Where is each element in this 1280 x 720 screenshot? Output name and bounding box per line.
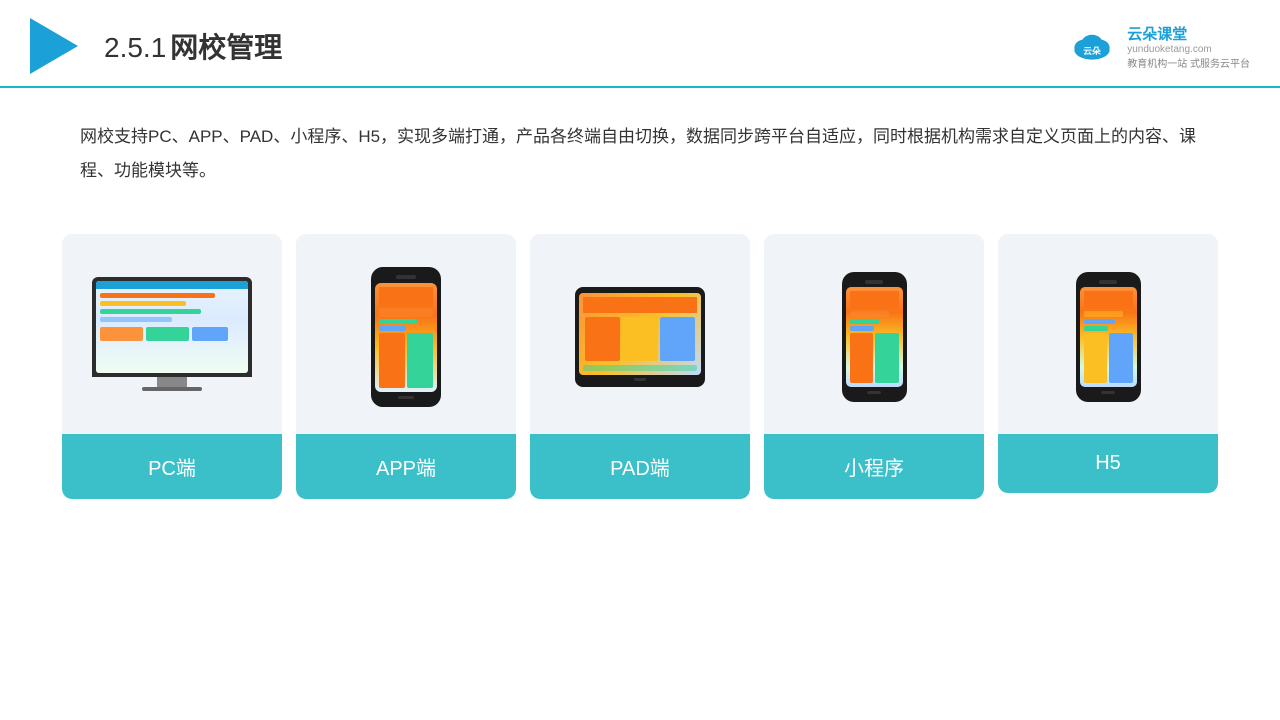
miniprogram-phone xyxy=(842,272,907,402)
brand-slogan: 教育机构一站 式服务云平台 xyxy=(1127,55,1250,70)
pc-screen-outer xyxy=(92,277,252,377)
page-title: 2.5.1网校管理 xyxy=(104,26,282,66)
pad-image-area xyxy=(530,234,750,434)
app-label: APP端 xyxy=(296,434,516,499)
h5-image-area xyxy=(998,234,1218,434)
h5-phone xyxy=(1076,272,1141,402)
pad-screen xyxy=(579,293,701,375)
h5-card: H5 xyxy=(998,234,1218,493)
miniprogram-card: 小程序 xyxy=(764,234,984,499)
app-card: APP端 xyxy=(296,234,516,499)
pc-screen-inner xyxy=(96,281,248,373)
pad-tablet xyxy=(575,287,705,387)
description-text: 网校支持PC、APP、PAD、小程序、H5，实现多端打通，产品各终端自由切换，数… xyxy=(0,88,1280,204)
header: 2.5.1网校管理 云朵 云朵课堂 yunduoketang.com 教育机构一… xyxy=(0,0,1280,88)
logo-triangle-icon xyxy=(30,18,78,74)
title-text: 网校管理 xyxy=(170,32,282,63)
miniprogram-screen xyxy=(846,287,903,387)
pc-monitor xyxy=(92,277,252,397)
pc-card: PC端 xyxy=(62,234,282,499)
device-cards-container: PC端 xyxy=(0,214,1280,499)
brand-text: 云朵课堂 yunduoketang.com 教育机构一站 式服务云平台 xyxy=(1127,23,1250,70)
pc-label: PC端 xyxy=(62,434,282,499)
miniprogram-label: 小程序 xyxy=(764,434,984,499)
title-number: 2.5.1 xyxy=(104,32,166,63)
cloud-icon: 云朵 xyxy=(1067,30,1117,62)
pad-card: PAD端 xyxy=(530,234,750,499)
svg-text:云朵: 云朵 xyxy=(1083,46,1101,56)
h5-label: H5 xyxy=(998,434,1218,493)
app-screen xyxy=(375,283,437,392)
h5-screen xyxy=(1080,287,1137,387)
app-phone xyxy=(371,267,441,407)
app-image-area xyxy=(296,234,516,434)
pc-image-area xyxy=(62,234,282,434)
brand-logo: 云朵 云朵课堂 yunduoketang.com 教育机构一站 式服务云平台 xyxy=(1067,23,1250,70)
brand-url: yunduoketang.com xyxy=(1127,44,1212,55)
miniprogram-image-area xyxy=(764,234,984,434)
brand-name: 云朵课堂 xyxy=(1127,23,1187,44)
header-left: 2.5.1网校管理 xyxy=(30,18,282,74)
pad-label: PAD端 xyxy=(530,434,750,499)
